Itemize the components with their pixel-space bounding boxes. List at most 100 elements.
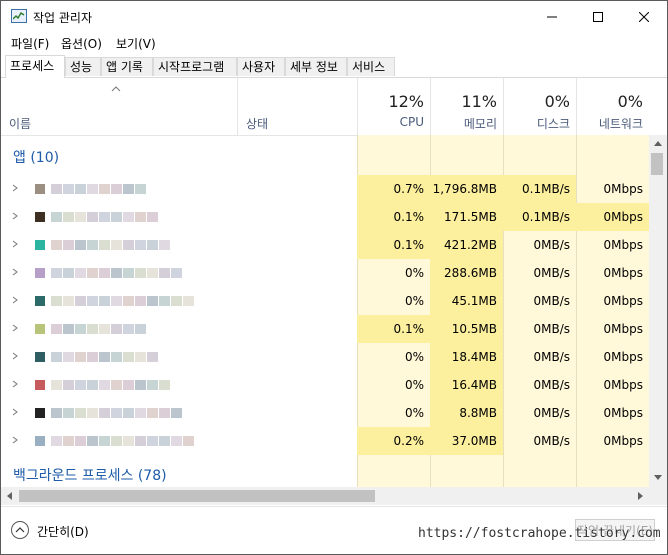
scroll-left-icon[interactable] [7, 492, 12, 500]
pixelated-block [147, 380, 158, 390]
network-total-percent: 0% [617, 92, 643, 111]
tab-processes[interactable]: 프로세스 [5, 55, 65, 78]
menu-file[interactable]: 파일(F) [11, 35, 49, 52]
minimize-icon [547, 16, 557, 18]
title-bar[interactable]: 작업 관리자 [1, 1, 667, 33]
disk-cell: 0MB/s [533, 350, 570, 364]
cpu-cell: 0.1% [357, 315, 430, 343]
pixelated-block [147, 408, 158, 418]
tab-users[interactable]: 사용자 [237, 57, 285, 76]
memory-cell: 18.4MB [430, 343, 503, 371]
pixelated-block [51, 380, 62, 390]
pixelated-block [87, 184, 98, 194]
pixelated-block [51, 268, 62, 278]
pixelated-block [111, 436, 122, 446]
pixelated-block [99, 268, 110, 278]
column-header: 이름 상태 12% CPU 11% 메모리 0% 디스크 0% 네트워크 [1, 78, 667, 136]
chevron-right-icon[interactable] [11, 323, 19, 333]
table-row[interactable]: 0.1% 421.2MB 0MB/s 0Mbps [1, 231, 649, 259]
memory-cell: 16.4MB [430, 371, 503, 399]
pixelated-block [147, 240, 158, 250]
chevron-right-icon[interactable] [11, 407, 19, 417]
chevron-right-icon[interactable] [11, 379, 19, 389]
memory-cell: 8.8MB [430, 399, 503, 427]
menu-options[interactable]: 옵션(O) [61, 35, 102, 52]
table-row[interactable]: 0% 18.4MB 0MB/s 0Mbps [1, 343, 649, 371]
chevron-up-circle-icon[interactable] [11, 521, 29, 539]
table-row[interactable]: 0.1% 171.5MB 0.1MB/s 0Mbps [1, 203, 649, 231]
vertical-scrollbar[interactable] [649, 135, 667, 487]
network-cell: 0Mbps [603, 434, 643, 448]
pixelated-block [159, 296, 170, 306]
cpu-cell: 0.7% [357, 175, 430, 203]
column-name[interactable]: 이름 [9, 115, 31, 132]
scroll-right-icon[interactable] [638, 492, 643, 500]
minimize-button[interactable] [529, 1, 575, 33]
tab-startup[interactable]: 시작프로그램 [153, 57, 237, 76]
column-cpu: CPU [399, 115, 424, 129]
window-title: 작업 관리자 [33, 11, 93, 25]
chevron-right-icon[interactable] [11, 211, 19, 221]
chevron-right-icon[interactable] [11, 239, 19, 249]
tab-services[interactable]: 서비스 [347, 57, 395, 76]
scroll-down-icon[interactable] [654, 475, 662, 480]
column-cpu-header[interactable]: 12% CPU [357, 78, 430, 135]
pixelated-block [75, 296, 86, 306]
pixelated-block [87, 240, 98, 250]
cpu-cell: 0% [404, 294, 424, 308]
fewer-details-link[interactable]: 간단히(D) [37, 523, 89, 540]
redacted-process-name [27, 436, 237, 446]
maximize-icon [593, 12, 603, 22]
tab-details[interactable]: 세부 정보 [285, 57, 347, 76]
pixelated-block [75, 324, 86, 334]
pixelated-block [135, 212, 146, 222]
network-cell: 0Mbps [603, 322, 643, 336]
maximize-button[interactable] [575, 1, 621, 33]
memory-cell: 421.2MB [430, 231, 503, 259]
horizontal-scroll-thumb[interactable] [19, 490, 375, 502]
pixelated-block [183, 436, 194, 446]
watermark-url: https://fostcrahope.tistory.com [418, 526, 661, 541]
pixelated-block [111, 240, 122, 250]
chevron-right-icon[interactable] [11, 351, 19, 361]
pixelated-block [87, 268, 98, 278]
column-disk-header[interactable]: 0% 디스크 [503, 78, 576, 135]
pixelated-block [135, 380, 146, 390]
table-row[interactable]: 0.7% 1,796.8MB 0.1MB/s 0Mbps [1, 175, 649, 203]
table-row[interactable]: 0% 8.8MB 0MB/s 0Mbps [1, 399, 649, 427]
app-icon [35, 352, 45, 362]
close-button[interactable] [621, 1, 667, 33]
horizontal-scrollbar[interactable] [1, 487, 649, 505]
chevron-right-icon[interactable] [11, 295, 19, 305]
scroll-up-icon[interactable] [654, 141, 662, 146]
table-row[interactable]: 0% 16.4MB 0MB/s 0Mbps [1, 371, 649, 399]
menu-view[interactable]: 보기(V) [116, 35, 156, 52]
memory-cell: 37.0MB [430, 427, 503, 455]
column-status-header[interactable]: 상태 [237, 78, 357, 135]
group-apps[interactable]: 앱 (10) [13, 147, 59, 167]
column-network-header[interactable]: 0% 네트워크 [576, 78, 649, 135]
pixelated-block [99, 240, 110, 250]
group-background-processes[interactable]: 백그라운드 프로세스 (78) [13, 465, 167, 485]
vertical-scroll-thumb[interactable] [651, 153, 663, 175]
disk-cell: 0MB/s [533, 294, 570, 308]
chevron-right-icon[interactable] [11, 183, 19, 193]
tab-performance[interactable]: 성능 [65, 57, 101, 76]
disk-total-percent: 0% [544, 92, 570, 111]
pixelated-block [159, 380, 170, 390]
task-manager-icon [11, 9, 27, 23]
table-row[interactable]: 0% 45.1MB 0MB/s 0Mbps [1, 287, 649, 315]
tab-app-history[interactable]: 앱 기록 [101, 57, 153, 76]
disk-cell: 0MB/s [533, 238, 570, 252]
pixelated-block [63, 240, 74, 250]
pixelated-block [51, 240, 62, 250]
chevron-right-icon[interactable] [11, 435, 19, 445]
disk-cell: 0MB/s [533, 322, 570, 336]
table-row[interactable]: 0% 288.6MB 0MB/s 0Mbps [1, 259, 649, 287]
pixelated-block [147, 352, 158, 362]
table-row[interactable]: 0.2% 37.0MB 0MB/s 0Mbps [1, 427, 649, 455]
pixelated-block [75, 184, 86, 194]
table-row[interactable]: 0.1% 10.5MB 0MB/s 0Mbps [1, 315, 649, 343]
column-memory-header[interactable]: 11% 메모리 [430, 78, 503, 135]
chevron-right-icon[interactable] [11, 267, 19, 277]
